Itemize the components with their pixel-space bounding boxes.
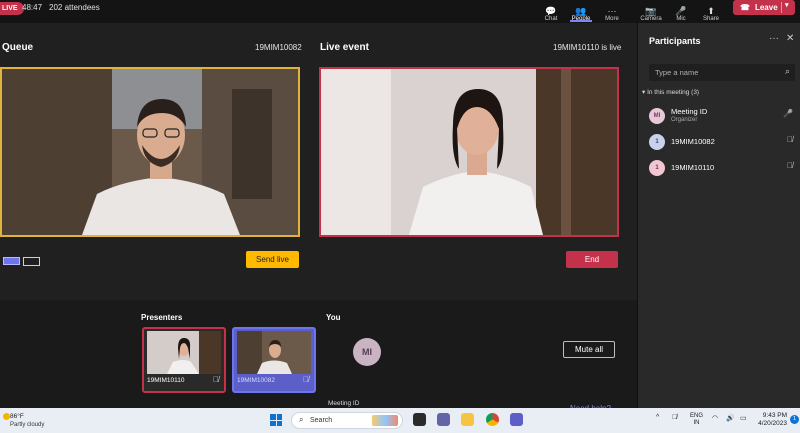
avatar: 1: [649, 160, 665, 176]
chrome-icon[interactable]: [486, 413, 499, 426]
presenter-area: Presenters 19MIM10110 🎙̸ 19MIM10082 🎙̸ Y…: [0, 300, 637, 413]
live-video-feed: [321, 69, 617, 235]
layout-content-only-button[interactable]: [23, 257, 40, 266]
live-badge: LIVE: [0, 2, 24, 15]
end-button[interactable]: End: [566, 251, 618, 268]
language-indicator[interactable]: ENG IN: [690, 413, 703, 427]
queue-title: Queue: [2, 42, 34, 53]
participant-search-input[interactable]: Type a name ⌕: [649, 64, 795, 81]
more-icon: ···: [607, 6, 617, 16]
share-button[interactable]: ⬆ Share: [696, 0, 726, 22]
you-name: Meeting ID: [328, 400, 360, 407]
weather-description[interactable]: Partly cloudy: [10, 422, 44, 428]
chat-button[interactable]: 💬 Chat: [536, 0, 566, 22]
live-video[interactable]: [319, 67, 619, 237]
participant-name: Meeting ID: [671, 107, 708, 116]
search-placeholder: Type a name: [655, 68, 699, 77]
search-icon: ⌕: [299, 415, 304, 424]
you-label: You: [326, 313, 341, 322]
system-clock[interactable]: 9:43 PM 4/20/2023: [755, 412, 787, 428]
participant-row[interactable]: MI Meeting ID Organizer 🎤: [649, 106, 795, 126]
search-icon: ⌕: [784, 66, 790, 76]
camera-off-icon: 📷: [645, 6, 657, 16]
people-icon: 👥: [575, 6, 587, 16]
chat-icon: 💬: [545, 6, 557, 16]
meeting-timer: 48:47: [22, 3, 43, 12]
mic-off-icon[interactable]: 🎙̸: [787, 135, 793, 144]
more-button[interactable]: ··· More: [597, 0, 627, 22]
more-options-icon[interactable]: ···: [769, 33, 779, 44]
participant-role: Organizer: [671, 117, 698, 123]
presenter-thumbnail-19mim10082[interactable]: 19MIM10082 🎙̸: [232, 327, 316, 393]
mic-off-icon[interactable]: 🎙̸: [787, 161, 793, 170]
avatar: MI: [649, 108, 665, 124]
presenter-video: [147, 331, 221, 374]
panel-title: Participants: [649, 36, 701, 46]
participant-name: 19MIM10110: [671, 163, 715, 172]
battery-icon[interactable]: ▭: [740, 414, 747, 422]
live-event-title: Live event: [320, 42, 369, 53]
live-status: 19MIM10110 is live: [553, 43, 622, 52]
weather-sun-icon: [3, 413, 10, 420]
mic-off-icon[interactable]: 🎙̸: [672, 414, 677, 421]
presenter-video: [237, 331, 311, 374]
start-button[interactable]: [270, 414, 282, 426]
mic-icon: 🎤: [675, 6, 687, 16]
folder-icon[interactable]: [461, 413, 474, 426]
teams-chat-icon[interactable]: [437, 413, 450, 426]
layout-content-camera-button[interactable]: [3, 257, 20, 265]
chevron-down-icon[interactable]: ▾: [785, 1, 789, 9]
people-button[interactable]: 👥 People: [566, 0, 596, 22]
mic-button[interactable]: 🎤 Mic: [666, 0, 696, 22]
windows-taskbar: 86°F Partly cloudy ⌕ Search ^ 🎙̸ ENG IN …: [0, 408, 800, 433]
main-stage: Queue 19MIM10082 Live event 19MIM10110 i…: [0, 23, 637, 413]
queue-video-feed: [2, 69, 298, 235]
mic-off-icon: 🎙̸: [303, 375, 309, 384]
send-live-button[interactable]: Send live: [246, 251, 299, 268]
attendee-count: 202 attendees: [49, 3, 100, 12]
teams-live-event-window: LIVE 48:47 202 attendees 💬 Chat 👥 People…: [0, 0, 800, 433]
in-meeting-group-toggle[interactable]: ▾ In this meeting (3): [642, 88, 699, 96]
participant-row[interactable]: 1 19MIM10110 🎙̸: [649, 158, 795, 178]
teams-icon[interactable]: [510, 413, 523, 426]
queue-participant-id: 19MIM10082: [255, 43, 302, 52]
avatar: 1: [649, 134, 665, 150]
notification-badge[interactable]: 1: [790, 415, 799, 424]
leave-divider: [781, 2, 782, 13]
mic-icon[interactable]: 🎤: [783, 109, 793, 118]
volume-icon[interactable]: 🔊: [726, 414, 735, 422]
presenter-thumbnail-19mim10110[interactable]: 19MIM10110 🎙̸: [142, 327, 226, 393]
mic-off-icon: 🎙̸: [213, 375, 219, 384]
presenter-name: 19MIM10082: [237, 377, 275, 384]
presenters-label: Presenters: [141, 313, 183, 322]
queue-video[interactable]: [0, 67, 300, 237]
share-icon: ⬆: [707, 6, 715, 16]
presenter-name: 19MIM10110: [147, 377, 185, 384]
taskbar-search[interactable]: ⌕ Search: [291, 412, 403, 429]
participants-panel: Participants ··· ✕ Type a name ⌕ ▾ In th…: [637, 23, 800, 408]
camera-button[interactable]: 📷 Camera: [636, 0, 666, 22]
weather-temperature[interactable]: 86°F: [10, 413, 24, 420]
avatar: MI: [353, 338, 381, 366]
top-bar: LIVE 48:47 202 attendees 💬 Chat 👥 People…: [0, 0, 800, 23]
search-highlight-image: [372, 415, 398, 426]
show-hidden-icons[interactable]: ^: [656, 414, 659, 421]
wifi-icon[interactable]: ◠: [712, 414, 718, 422]
close-icon[interactable]: ✕: [786, 33, 794, 44]
participant-row[interactable]: 1 19MIM10082 🎙̸: [649, 132, 795, 152]
mute-all-button[interactable]: Mute all: [563, 341, 615, 358]
file-explorer-icon[interactable]: [413, 413, 426, 426]
phone-hangup-icon: ☎: [740, 3, 750, 12]
leave-button[interactable]: ☎ Leave ▾: [733, 0, 795, 15]
participant-name: 19MIM10082: [671, 137, 715, 146]
